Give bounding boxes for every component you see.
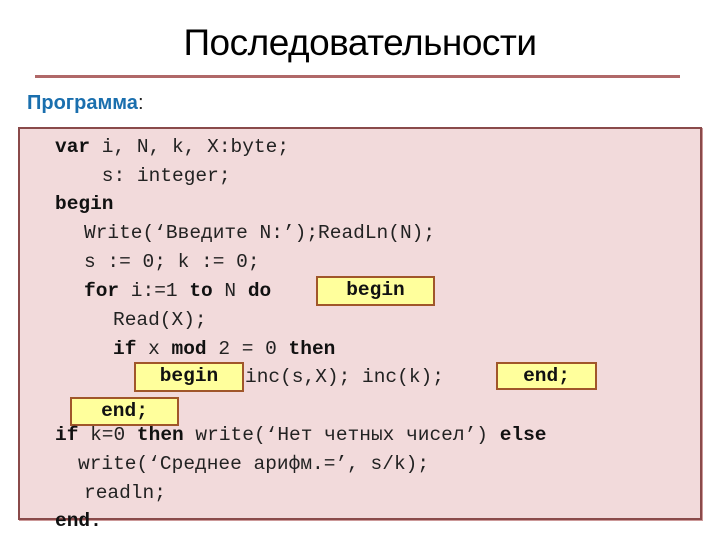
code-text: 2 = 0: [206, 338, 289, 360]
code-line-write-avg: write(‘Среднее арифм.=’, s/k);: [78, 453, 430, 475]
code-line-end: end.: [55, 510, 102, 532]
keyword: for: [84, 280, 120, 302]
highlight-then-end: end;: [496, 362, 597, 390]
code-line-init: s := 0; k := 0;: [84, 251, 260, 273]
keyword: to: [189, 280, 213, 302]
highlight-then-begin: begin: [134, 362, 244, 392]
code-line-if: if x mod 2 = 0 then: [113, 338, 335, 360]
code-text: k=0: [78, 424, 137, 446]
title-divider: [35, 75, 680, 78]
highlight-for-end: end;: [70, 397, 179, 426]
slide-title: Последовательности: [183, 22, 537, 63]
code-line-var: var i, N, k, X:byte;: [55, 136, 289, 158]
code-text: write(‘Нет четных чисел’): [183, 424, 500, 446]
keyword: mod: [171, 338, 207, 360]
code-line-readln: readln;: [84, 482, 166, 504]
keyword: do: [247, 280, 272, 302]
keyword: var: [55, 136, 91, 158]
keyword: end.: [55, 510, 102, 532]
code-line-write: Write(‘Введите N:’);ReadLn(N);: [84, 222, 436, 244]
code-line-begin: begin: [55, 193, 114, 215]
keyword: if: [113, 338, 137, 360]
code-line-if-else: if k=0 then write(‘Нет четных чисел’) el…: [55, 424, 547, 446]
code-text: i:=1: [119, 280, 190, 302]
program-label: Программа:: [27, 92, 144, 115]
highlight-for-begin: begin: [316, 276, 435, 306]
keyword: else: [499, 424, 547, 446]
code-line-read: Read(X);: [113, 309, 207, 331]
keyword: if: [55, 424, 79, 446]
code-text: i, N, k, X:byte;: [90, 136, 290, 158]
code-line-for: for i:=1 to N do: [84, 280, 271, 302]
code-line-inc: inc(s,X); inc(k);: [245, 366, 444, 388]
program-label-colon: :: [137, 92, 144, 114]
code-text: x: [136, 338, 172, 360]
keyword: then: [288, 338, 336, 360]
keyword: then: [136, 424, 184, 446]
code-line-decl: s: integer;: [55, 165, 231, 187]
code-text: N: [212, 280, 248, 302]
program-label-text: Программа: [27, 92, 138, 114]
keyword: begin: [55, 193, 114, 215]
